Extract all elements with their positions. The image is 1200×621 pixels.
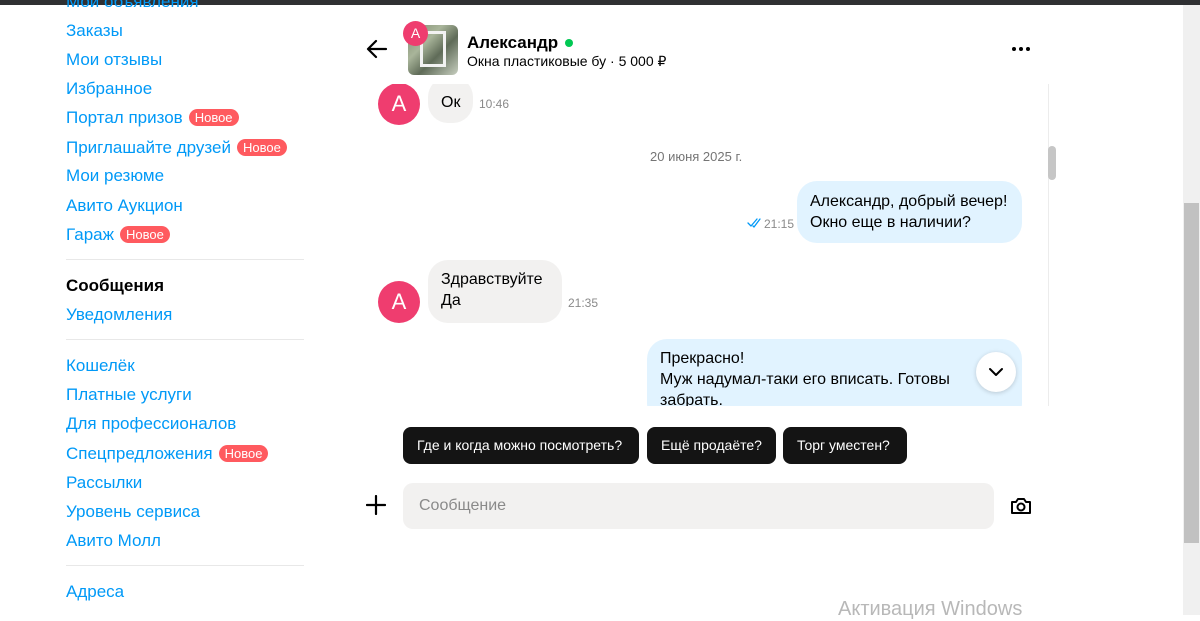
scroll-to-bottom-button[interactable] xyxy=(976,352,1016,392)
sidebar-item-wallet[interactable]: Кошелёк xyxy=(66,356,135,376)
message-list[interactable]: А Ок 10:46 20 июня 2025 г. Александр, до… xyxy=(360,84,1050,406)
chat-scrollbar-track xyxy=(1048,84,1049,406)
online-indicator xyxy=(565,39,573,47)
attach-plus-icon[interactable] xyxy=(365,494,387,516)
quick-reply-still-selling[interactable]: Ещё продаёте? xyxy=(647,427,776,464)
message-bubble-incoming: Ок xyxy=(428,84,474,123)
message-time: 21:15 xyxy=(764,217,795,231)
quick-reply-bargain[interactable]: Торг уместен? xyxy=(783,427,907,464)
sidebar-divider xyxy=(66,259,304,260)
sidebar-item-my-ads[interactable]: Мои объявления xyxy=(66,0,199,12)
windows-activation-watermark: Активация Windows xyxy=(838,598,1023,620)
contact-avatar-small: А xyxy=(403,21,428,46)
sender-avatar: А xyxy=(378,281,420,323)
sidebar-item-for-professionals[interactable]: Для профессионалов xyxy=(66,414,236,434)
sidebar-item-notifications[interactable]: Уведомления xyxy=(66,305,172,325)
back-arrow-icon[interactable] xyxy=(366,38,388,60)
listing-title[interactable]: Окна пластиковые бу · 5 000 ₽ xyxy=(467,53,666,70)
read-checkmarks-icon xyxy=(747,218,761,228)
camera-icon[interactable] xyxy=(1009,494,1033,518)
sidebar-item-paid-services[interactable]: Платные услуги xyxy=(66,385,192,405)
new-badge: Новое xyxy=(188,109,239,126)
message-bubble-outgoing: Прекрасно! Муж надумал-таки его вписать.… xyxy=(647,339,1022,406)
sidebar-item-service-level[interactable]: Уровень сервиса xyxy=(66,502,200,522)
new-badge: Новое xyxy=(236,139,287,156)
message-input[interactable] xyxy=(403,483,994,529)
sidebar-divider xyxy=(66,339,304,340)
chat-header: А Александр Окна пластиковые бу · 5 000 … xyxy=(360,18,1050,84)
sidebar-item-messages[interactable]: Сообщения xyxy=(66,276,164,296)
sidebar-item-orders[interactable]: Заказы xyxy=(66,21,123,41)
page-scrollbar[interactable] xyxy=(1183,5,1200,615)
sidebar-item-avito-auction[interactable]: Авито Аукцион xyxy=(66,196,183,216)
sidebar-item-mailings[interactable]: Рассылки xyxy=(66,473,142,493)
message-bubble-incoming: Здравствуйте Да xyxy=(428,260,562,323)
sidebar-item-addresses[interactable]: Адреса xyxy=(66,582,124,602)
page-scrollbar-thumb[interactable] xyxy=(1184,203,1199,543)
more-options-icon[interactable] xyxy=(1010,40,1032,58)
date-separator: 20 июня 2025 г. xyxy=(650,149,743,164)
sidebar-item-garage[interactable]: Гараж Новое xyxy=(66,225,170,245)
sidebar-item-special-offers[interactable]: Спецпредложения Новое xyxy=(66,444,269,464)
message-time: 10:46 xyxy=(479,97,510,111)
sidebar-divider xyxy=(66,565,304,566)
sender-avatar: А xyxy=(378,84,420,125)
contact-name[interactable]: Александр xyxy=(467,33,558,53)
message-bubble-outgoing: Александр, добрый вечер! Окно еще в нали… xyxy=(797,181,1022,243)
new-badge: Новое xyxy=(218,445,269,462)
message-time: 21:35 xyxy=(568,296,599,310)
chevron-down-icon xyxy=(989,368,1003,376)
sidebar-item-my-resumes[interactable]: Мои резюме xyxy=(66,166,164,186)
chat-scrollbar[interactable] xyxy=(1048,146,1056,180)
sidebar-item-invite-friends[interactable]: Приглашайте друзей Новое xyxy=(66,138,287,158)
new-badge: Новое xyxy=(120,226,170,243)
sidebar-item-my-reviews[interactable]: Мои отзывы xyxy=(66,50,162,70)
quick-reply-where-when[interactable]: Где и когда можно посмотреть? xyxy=(403,427,639,464)
sidebar-item-avito-mall[interactable]: Авито Молл xyxy=(66,531,161,551)
sidebar-item-prize-portal[interactable]: Портал призов Новое xyxy=(66,108,239,128)
sidebar-item-favorites[interactable]: Избранное xyxy=(66,79,152,99)
